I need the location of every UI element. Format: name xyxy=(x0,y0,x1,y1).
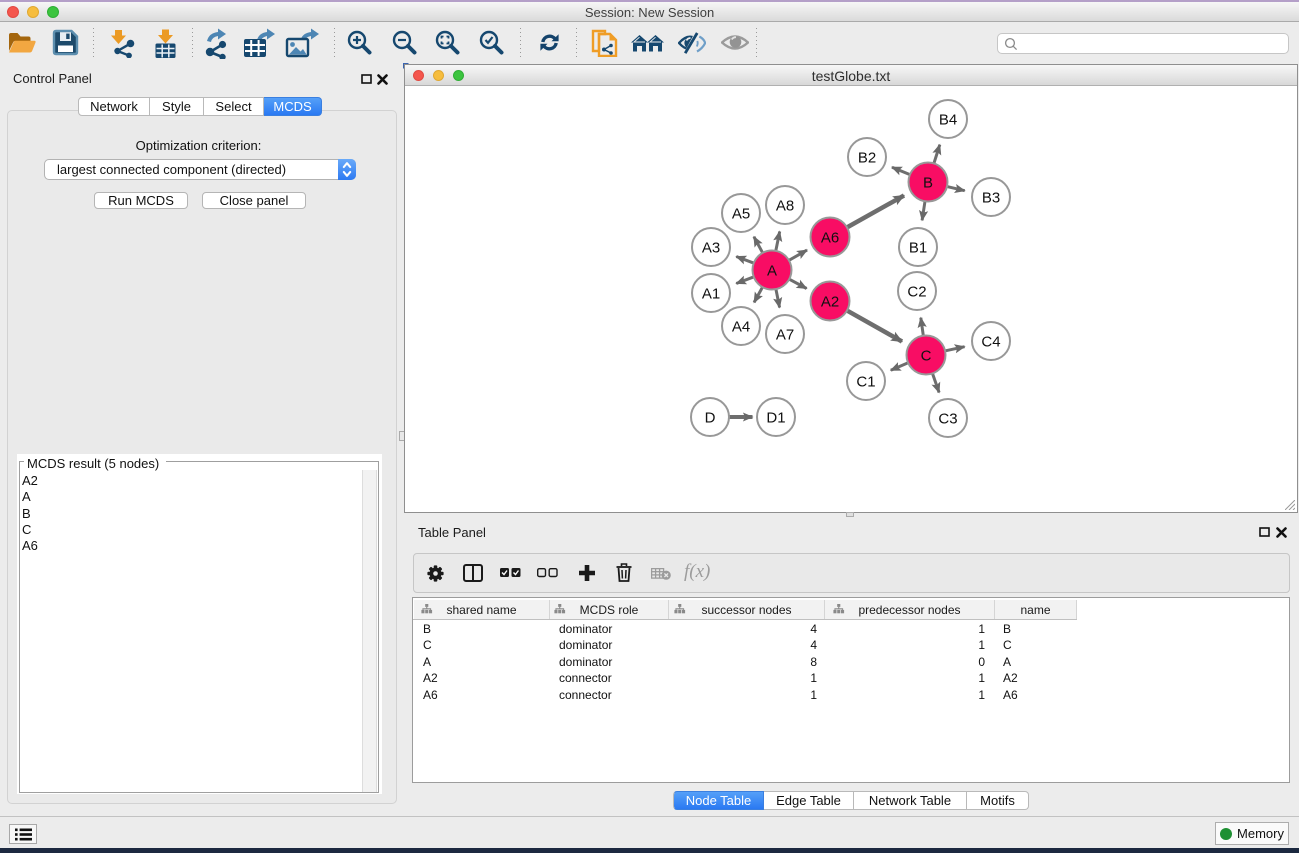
svg-text:B: B xyxy=(923,175,933,192)
svg-text:B2: B2 xyxy=(858,150,876,167)
svg-text:A4: A4 xyxy=(732,319,750,336)
svg-text:A2: A2 xyxy=(821,294,839,311)
svg-text:B4: B4 xyxy=(939,112,957,129)
svg-text:C3: C3 xyxy=(938,411,957,428)
svg-text:A6: A6 xyxy=(821,230,839,247)
svg-text:A1: A1 xyxy=(702,286,720,303)
svg-text:D1: D1 xyxy=(766,410,785,427)
svg-text:A: A xyxy=(767,263,777,280)
svg-text:A7: A7 xyxy=(776,327,794,344)
svg-text:D: D xyxy=(705,410,716,427)
svg-text:B3: B3 xyxy=(982,190,1000,207)
svg-text:C: C xyxy=(921,348,932,365)
svg-text:C1: C1 xyxy=(856,374,875,391)
svg-text:A5: A5 xyxy=(732,206,750,223)
svg-text:B1: B1 xyxy=(909,240,927,257)
svg-text:A8: A8 xyxy=(776,198,794,215)
svg-text:C2: C2 xyxy=(907,284,926,301)
svg-text:C4: C4 xyxy=(981,334,1000,351)
svg-text:A3: A3 xyxy=(702,240,720,257)
